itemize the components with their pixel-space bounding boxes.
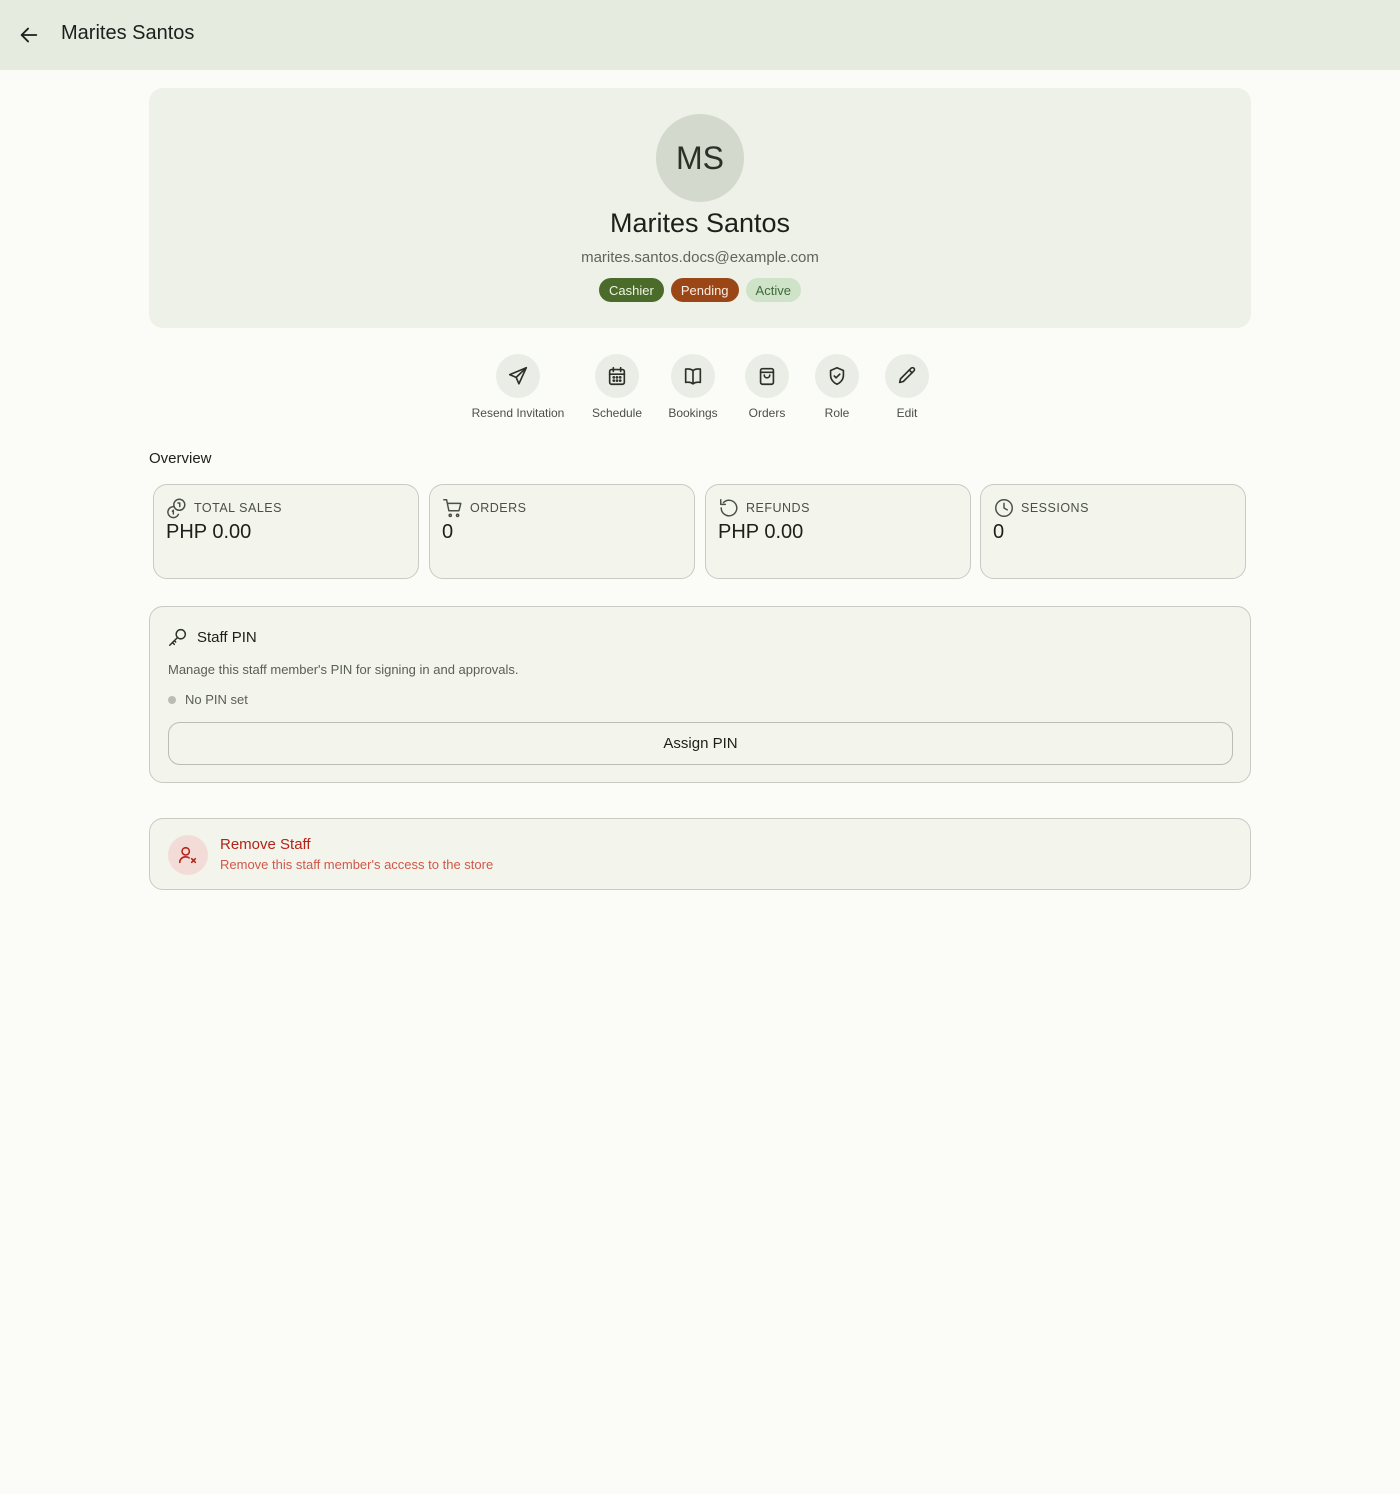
clock-icon <box>995 499 1013 517</box>
action-circle <box>595 354 639 398</box>
profile-email: marites.santos.docs@example.com <box>581 249 819 266</box>
stat-card-orders: ORDERS 0 <box>429 484 695 579</box>
action-circle <box>671 354 715 398</box>
stat-label: TOTAL SALES <box>194 501 282 515</box>
role-button[interactable]: Role <box>814 354 860 420</box>
stat-value: PHP 0.00 <box>166 521 252 543</box>
action-label: Bookings <box>668 406 718 420</box>
stat-label: REFUNDS <box>746 501 810 515</box>
coins-icon <box>167 498 186 519</box>
action-circle <box>745 354 789 398</box>
remove-icon-container <box>168 835 208 875</box>
stat-value: 0 <box>993 521 1005 543</box>
remove-staff-subtitle: Remove this staff member's access to the… <box>220 857 494 872</box>
action-circle <box>496 354 540 398</box>
action-label: Orders <box>748 406 786 420</box>
action-circle <box>885 354 929 398</box>
profile-name: Marites Santos <box>609 208 791 238</box>
action-label: Resend Invitation <box>471 406 565 420</box>
avatar: MS <box>656 114 744 202</box>
remove-staff-title: Remove Staff <box>220 836 311 853</box>
stat-card-sessions: SESSIONS 0 <box>980 484 1246 579</box>
send-icon <box>508 366 528 385</box>
action-label: Role <box>824 406 850 420</box>
stat-card-refunds: REFUNDS PHP 0.00 <box>705 484 971 579</box>
shopping-bag-icon <box>759 367 775 386</box>
quick-actions: Resend Invitation Schedule Bookings Orde… <box>0 354 1400 424</box>
book-icon <box>684 368 702 385</box>
orders-button[interactable]: Orders <box>744 354 790 420</box>
status-badge: Active <box>745 278 801 302</box>
staff-pin-description: Manage this staff member's PIN for signi… <box>168 662 519 677</box>
stat-label: SESSIONS <box>1021 501 1089 515</box>
pin-status: No PIN set <box>168 692 248 707</box>
pin-status-text: No PIN set <box>185 692 248 707</box>
back-button[interactable] <box>10 16 48 54</box>
overview-title: Overview <box>149 450 212 467</box>
page-title: Marites Santos <box>61 22 195 44</box>
status-dot <box>168 695 176 704</box>
pending-badge: Pending <box>670 278 739 302</box>
action-label: Edit <box>896 406 918 420</box>
staff-pin-card: Staff PIN Manage this staff member's PIN… <box>149 606 1251 783</box>
stat-label: ORDERS <box>470 501 527 515</box>
badge-row: Cashier Pending Active <box>149 278 1251 302</box>
schedule-button[interactable]: Schedule <box>590 354 644 420</box>
cart-icon <box>443 499 462 518</box>
calendar-icon <box>608 366 626 386</box>
stat-value: PHP 0.00 <box>718 521 804 543</box>
action-label: Schedule <box>591 406 643 420</box>
arrow-left-icon <box>20 27 38 43</box>
bookings-button[interactable]: Bookings <box>667 354 719 420</box>
action-circle <box>815 354 859 398</box>
profile-card: MS Marites Santos marites.santos.docs@ex… <box>149 88 1251 328</box>
pencil-icon <box>898 366 916 384</box>
edit-button[interactable]: Edit <box>884 354 930 420</box>
resend-invitation-button[interactable]: Resend Invitation <box>471 354 565 420</box>
stat-value: 0 <box>442 521 454 543</box>
user-remove-icon <box>178 846 197 864</box>
remove-staff-button[interactable]: Remove Staff Remove this staff member's … <box>149 818 1251 890</box>
rotate-ccw-icon <box>720 499 738 517</box>
key-icon <box>169 628 187 646</box>
shield-check-icon <box>829 366 845 386</box>
role-badge: Cashier <box>599 278 664 302</box>
stat-card-total-sales: TOTAL SALES PHP 0.00 <box>153 484 419 579</box>
top-app-bar: Marites Santos <box>0 0 1400 70</box>
assign-pin-button[interactable]: Assign PIN <box>168 722 1233 765</box>
staff-pin-title: Staff PIN <box>197 628 257 646</box>
